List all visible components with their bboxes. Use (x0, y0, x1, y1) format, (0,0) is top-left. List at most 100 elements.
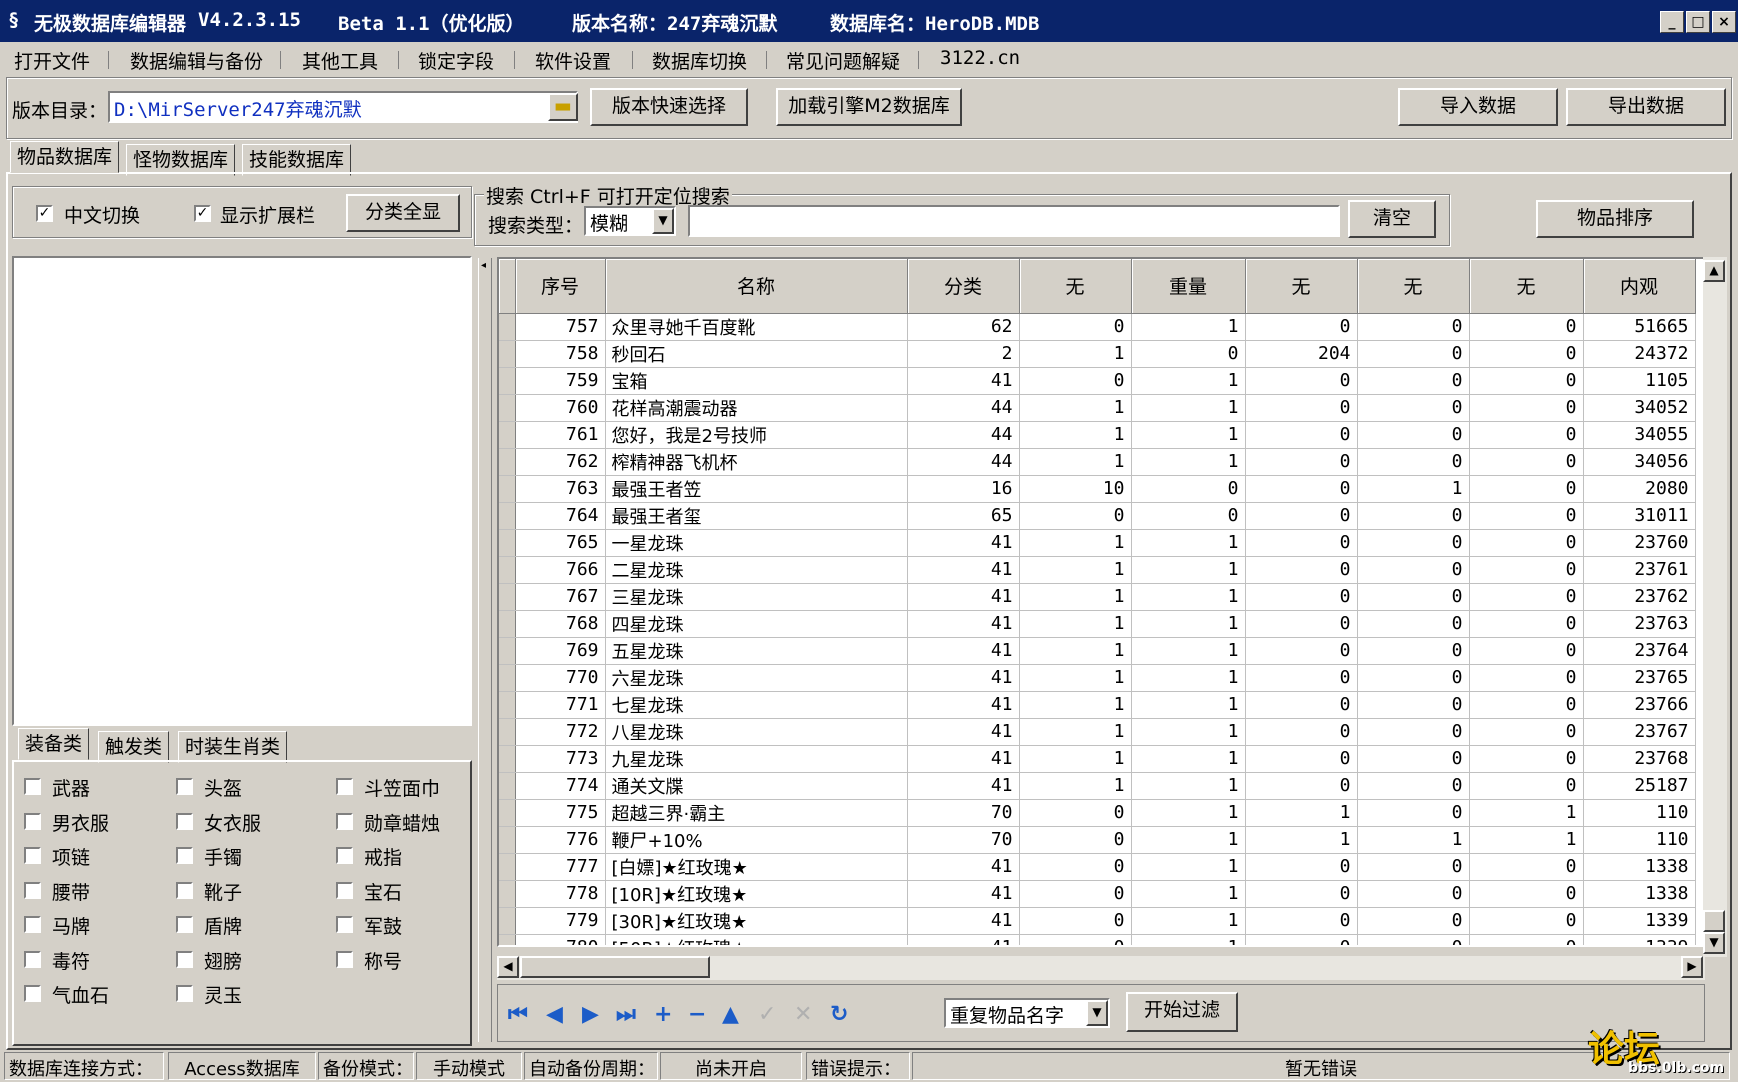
table-cell[interactable]: 1 (1131, 394, 1246, 422)
table-cell[interactable]: 超越三界·霸主 (605, 799, 908, 827)
table-cell[interactable]: 1 (1019, 664, 1132, 692)
table-cell[interactable]: 34052 (1583, 394, 1696, 422)
table-cell[interactable]: 最强王者玺 (605, 502, 908, 530)
menu-db-switch[interactable]: 数据库切换 (652, 47, 747, 74)
chevron-down-icon[interactable]: ▼ (652, 208, 674, 234)
row-indicator[interactable] (499, 529, 516, 557)
table-cell[interactable]: 0 (1469, 448, 1584, 476)
table-cell[interactable]: 1 (1019, 745, 1132, 773)
table-cell[interactable]: 777 (515, 853, 606, 881)
table-cell[interactable]: 778 (515, 880, 606, 908)
table-cell[interactable]: 0 (1245, 394, 1358, 422)
row-indicator[interactable] (499, 475, 516, 503)
table-cell[interactable]: 0 (1357, 691, 1470, 719)
row-indicator[interactable] (499, 448, 516, 476)
column-header[interactable]: 无 (1469, 259, 1584, 314)
table-cell[interactable]: 0 (1245, 907, 1358, 935)
table-cell[interactable]: 41 (907, 691, 1020, 719)
table-cell[interactable]: 0 (1245, 772, 1358, 800)
table-row[interactable]: 759 宝箱 41 0 1 0 0 0 1105 (499, 367, 1696, 395)
table-cell[interactable]: 1 (1131, 529, 1246, 557)
menu-settings[interactable]: 软件设置 (535, 47, 611, 74)
menu-other-tools[interactable]: 其他工具 (302, 47, 378, 74)
table-cell[interactable]: 0 (1019, 313, 1132, 341)
table-cell[interactable]: 0 (1469, 718, 1584, 746)
table-cell[interactable]: 1338 (1583, 853, 1696, 881)
table-cell[interactable]: 0 (1245, 934, 1358, 945)
tab-items-db[interactable]: 物品数据库 (10, 141, 120, 173)
row-indicator[interactable] (499, 583, 516, 611)
category-checkbox[interactable] (24, 812, 41, 830)
table-cell[interactable]: [10R]★红玫瑰★ (605, 880, 908, 908)
table-cell[interactable]: 1 (1245, 799, 1358, 827)
table-cell[interactable]: 772 (515, 718, 606, 746)
row-indicator[interactable] (499, 610, 516, 638)
table-cell[interactable]: 0 (1019, 853, 1132, 881)
column-header[interactable]: 序号 (515, 259, 606, 314)
table-cell[interactable]: 0 (1357, 610, 1470, 638)
table-cell[interactable]: 1 (1131, 583, 1246, 611)
table-cell[interactable]: 1 (1131, 799, 1246, 827)
table-row[interactable]: 763 最强王者笠 16 10 0 0 1 0 2080 (499, 475, 1696, 503)
table-cell[interactable]: 1 (1019, 448, 1132, 476)
table-row[interactable]: 780[50R]★红玫瑰★41010001339 (499, 934, 1696, 945)
table-cell[interactable]: 0 (1469, 421, 1584, 449)
table-cell[interactable]: 760 (515, 394, 606, 422)
category-checkbox[interactable] (176, 985, 193, 1002)
table-cell[interactable]: 九星龙珠 (605, 745, 908, 773)
table-cell[interactable]: 0 (1357, 367, 1470, 395)
table-cell[interactable]: 780 (515, 934, 606, 945)
table-cell[interactable]: 1 (1019, 556, 1132, 584)
table-cell[interactable]: 0 (1357, 907, 1470, 935)
table-cell[interactable]: 众里寻她千百度靴 (605, 313, 908, 341)
scroll-down-icon[interactable]: ▼ (1703, 932, 1725, 954)
column-header[interactable]: 无 (1019, 259, 1132, 314)
search-input[interactable] (688, 205, 1340, 237)
table-cell[interactable]: 1 (1019, 772, 1132, 800)
table-cell[interactable]: 二星龙珠 (605, 556, 908, 584)
table-cell[interactable]: 41 (907, 772, 1020, 800)
category-checkbox[interactable] (176, 812, 193, 830)
show-all-button[interactable]: 分类全显 (346, 194, 460, 232)
table-row[interactable]: 774 通关文牒 41 1 1 0 0 0 25187 (499, 772, 1696, 800)
table-cell[interactable]: 0 (1469, 907, 1584, 935)
table-row[interactable]: 776 鞭尸+10% 70 0 1 1 1 1 110 (499, 826, 1696, 854)
table-row[interactable]: 761 您好，我是2号技师 44 1 1 0 0 0 34055 (499, 421, 1696, 449)
table-cell[interactable]: 0 (1357, 853, 1470, 881)
tab-equipment[interactable]: 装备类 (18, 728, 90, 760)
table-cell[interactable]: 774 (515, 772, 606, 800)
table-cell[interactable]: 1 (1357, 475, 1470, 503)
table-cell[interactable]: 31011 (1583, 502, 1696, 530)
table-cell[interactable]: 花样高潮震动器 (605, 394, 908, 422)
table-cell[interactable]: 0 (1357, 772, 1470, 800)
tab-fashion-zodiac[interactable]: 时装生肖类 (178, 731, 288, 763)
table-cell[interactable]: 1 (1131, 907, 1246, 935)
table-cell[interactable]: 23767 (1583, 718, 1696, 746)
menu-open-file[interactable]: 打开文件 (14, 47, 90, 74)
table-cell[interactable]: 1 (1019, 583, 1132, 611)
menu-website[interactable]: 3122.cn (940, 47, 1020, 69)
table-cell[interactable]: 七星龙珠 (605, 691, 908, 719)
clear-button[interactable]: 清空 (1348, 200, 1436, 238)
table-cell[interactable]: 1 (1131, 745, 1246, 773)
table-cell[interactable]: 1338 (1583, 880, 1696, 908)
table-cell[interactable]: 0 (1469, 394, 1584, 422)
table-cell[interactable]: 41 (907, 907, 1020, 935)
table-cell[interactable]: 0 (1019, 799, 1132, 827)
table-cell[interactable]: 八星龙珠 (605, 718, 908, 746)
table-cell[interactable]: 0 (1357, 583, 1470, 611)
table-cell[interactable]: [50R]★红玫瑰★ (605, 934, 908, 945)
table-cell[interactable]: 1 (1357, 826, 1470, 854)
row-indicator[interactable] (499, 340, 516, 368)
table-cell[interactable]: 771 (515, 691, 606, 719)
table-cell[interactable]: 0 (1469, 502, 1584, 530)
chinese-toggle-checkbox[interactable]: ✓ (36, 205, 53, 222)
delete-record-icon[interactable]: − (688, 1002, 706, 1027)
table-cell[interactable]: 763 (515, 475, 606, 503)
quick-select-button[interactable]: 版本快速选择 (590, 88, 748, 126)
table-cell[interactable]: 1 (1131, 826, 1246, 854)
category-checkbox[interactable] (336, 881, 353, 899)
table-row[interactable]: 765 一星龙珠 41 1 1 0 0 0 23760 (499, 529, 1696, 557)
table-row[interactable]: 762 榨精神器飞机杯 44 1 1 0 0 0 34056 (499, 448, 1696, 476)
table-cell[interactable]: 0 (1245, 502, 1358, 530)
